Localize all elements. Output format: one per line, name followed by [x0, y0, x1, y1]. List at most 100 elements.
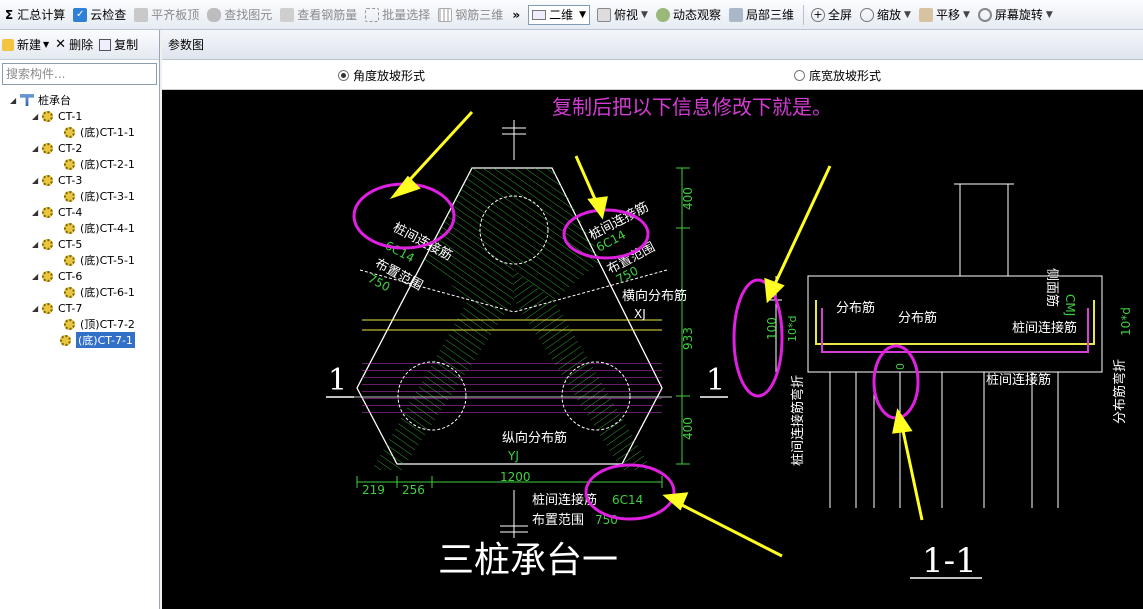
close-icon: ✕ [55, 37, 67, 52]
delete-button[interactable]: ✕ 删除 [55, 36, 93, 53]
radio-unchecked-icon [794, 70, 805, 81]
tree-item-ct-4[interactable]: ◢ CT-4 [32, 204, 82, 220]
align-icon [134, 7, 149, 22]
gear-icon [42, 142, 53, 154]
tree-item-label: CT-4 [58, 205, 83, 219]
tree-item-ct-3[interactable]: ◢ CT-3 [32, 172, 82, 188]
gear-icon [64, 126, 75, 138]
tree-item-ct-2[interactable]: ◢ CT-2 [32, 140, 82, 156]
chevron-down-icon: ▼ [579, 9, 587, 20]
tree-item-ct-6-1[interactable]: (底)CT-6-1 [64, 284, 135, 300]
local-3d-label: 局部三维 [745, 8, 794, 22]
pan-button[interactable]: 平移 ▼ [916, 3, 973, 27]
expand-icon[interactable]: ◢ [32, 208, 42, 217]
expand-icon[interactable]: ◢ [32, 112, 42, 121]
tree-item-ct-6[interactable]: ◢ CT-6 [32, 268, 82, 284]
summary-calc-button[interactable]: Σ 汇总计算 [2, 3, 68, 27]
select-icon [365, 7, 380, 22]
expand-icon[interactable]: ◢ [32, 272, 42, 281]
gear-icon [42, 238, 53, 250]
screen-rotate-button[interactable]: 屏幕旋转 ▼ [975, 3, 1056, 27]
section-right-vertical: 分布筋弯折 [1112, 359, 1128, 424]
bottom-conn-value: 6C14 [612, 493, 643, 507]
batch-select-button[interactable]: 批量选择 [362, 3, 433, 27]
section-dist2: 分布筋 [898, 310, 937, 326]
fullscreen-button[interactable]: + 全屏 [808, 3, 855, 27]
view-mode-icon [532, 9, 547, 20]
tree-item-ct-5[interactable]: ◢ CT-5 [32, 236, 82, 252]
more-icon[interactable]: » [512, 8, 520, 22]
rebar-3d-button[interactable]: 钢筋三维 [435, 3, 506, 27]
tree-item-label: CT-2 [58, 141, 83, 155]
zoom-label: 缩放 [877, 8, 902, 22]
new-label: 新建 [17, 38, 42, 52]
width-slope-radio[interactable]: 底宽放坡形式 [794, 67, 881, 84]
chevron-down-icon: ▼ [43, 40, 50, 49]
tree-item-label: (底)CT-5-1 [80, 254, 135, 267]
find-element-button[interactable]: 查找图元 [204, 3, 275, 27]
view-mode-select[interactable]: 二维 ▼ [528, 4, 591, 25]
tree-item-ct-5-1[interactable]: (底)CT-5-1 [64, 252, 135, 268]
tree-item-label: (底)CT-2-1 [80, 158, 135, 171]
angle-slope-radio[interactable]: 角度放坡形式 [338, 67, 425, 84]
tree-root[interactable]: ◢ 桩承台 [10, 92, 71, 108]
section-zero: 0 [894, 363, 907, 370]
new-button[interactable]: 新建 ▼ [2, 36, 49, 53]
view-rebar-button[interactable]: 查看钢筋量 [277, 3, 360, 27]
binoculars-icon [207, 7, 222, 22]
copy-icon [99, 38, 112, 51]
section-dim-10d: 10*d [786, 316, 799, 342]
section-left-vertical: 桩间连接筋弯折 [790, 375, 806, 466]
tree-item-ct-3-1[interactable]: (底)CT-3-1 [64, 188, 135, 204]
dim-mid: 933 [681, 327, 695, 350]
cad-drawing[interactable]: 复制后把以下信息修改下就是。 400 933 400 1200 219 256 … [162, 90, 1143, 609]
section-conn1: 桩间连接筋 [1012, 320, 1077, 336]
transverse-code: XJ [634, 307, 646, 321]
expand-icon[interactable]: ◢ [32, 304, 42, 313]
new-icon [2, 38, 14, 51]
expand-icon[interactable]: ◢ [32, 144, 42, 153]
tree-item-ct-7-1[interactable]: (底)CT-7-1 [60, 332, 135, 348]
search-input[interactable] [2, 63, 157, 85]
tree-item-label: CT-3 [58, 173, 83, 187]
align-slab-top-button[interactable]: 平齐板顶 [131, 3, 202, 27]
bottom-range-label: 布置范围 [532, 513, 584, 528]
tree-item-ct-1-1[interactable]: (底)CT-1-1 [64, 124, 135, 140]
top-view-button[interactable]: 俯视 ▼ [594, 3, 651, 27]
tree-item-ct-7[interactable]: ◢ CT-7 [32, 300, 82, 316]
main-toolbar: Σ 汇总计算 ✓ 云检查 平齐板顶 查找图元 查看钢筋量 批量选择 钢筋三维 »… [0, 0, 1143, 30]
section-mark-right: 1 [706, 363, 725, 398]
chevron-down-icon: ▼ [904, 9, 911, 20]
dynamic-observe-label: 动态观察 [672, 8, 721, 22]
dim-bot: 400 [681, 417, 695, 440]
tree-item-ct-2-1[interactable]: (底)CT-2-1 [64, 156, 135, 172]
expand-icon[interactable]: ◢ [10, 96, 20, 105]
cloud-check-button[interactable]: ✓ 云检查 [70, 3, 129, 27]
zoom-button[interactable]: 缩放 ▼ [857, 3, 914, 27]
toolbar-divider [802, 4, 804, 25]
tree-item-label: CT-1 [58, 109, 83, 123]
align-slab-top-label: 平齐板顶 [151, 8, 200, 22]
pan-label: 平移 [935, 8, 960, 22]
dim-width: 1200 [500, 470, 531, 484]
tree-item-ct-1[interactable]: ◢ CT-1 [32, 108, 82, 124]
section-side-code: CMJ [1063, 294, 1077, 316]
tree-root-label: 桩承台 [38, 94, 71, 107]
local-3d-button[interactable]: 局部三维 [726, 3, 797, 27]
hand-icon [918, 7, 933, 22]
dynamic-observe-button[interactable]: 动态观察 [653, 3, 724, 27]
copy-button[interactable]: 复制 [99, 36, 138, 53]
pile-cap-icon [20, 94, 34, 106]
tree-item-ct-4-1[interactable]: (底)CT-4-1 [64, 220, 135, 236]
tree-item-label: (顶)CT-7-2 [80, 318, 135, 331]
expand-icon[interactable]: ◢ [32, 240, 42, 249]
tree-item-ct-7-2[interactable]: (顶)CT-7-2 [64, 316, 135, 332]
magnify-icon [860, 7, 874, 22]
tree-item-label: CT-7 [58, 301, 83, 315]
gear-icon [42, 110, 53, 122]
local3d-icon [728, 7, 743, 22]
expand-icon[interactable]: ◢ [32, 176, 42, 185]
param-title-bar: 参数图 [162, 30, 1143, 60]
orbit-icon [655, 7, 670, 22]
view-mode-value: 二维 [549, 8, 574, 22]
